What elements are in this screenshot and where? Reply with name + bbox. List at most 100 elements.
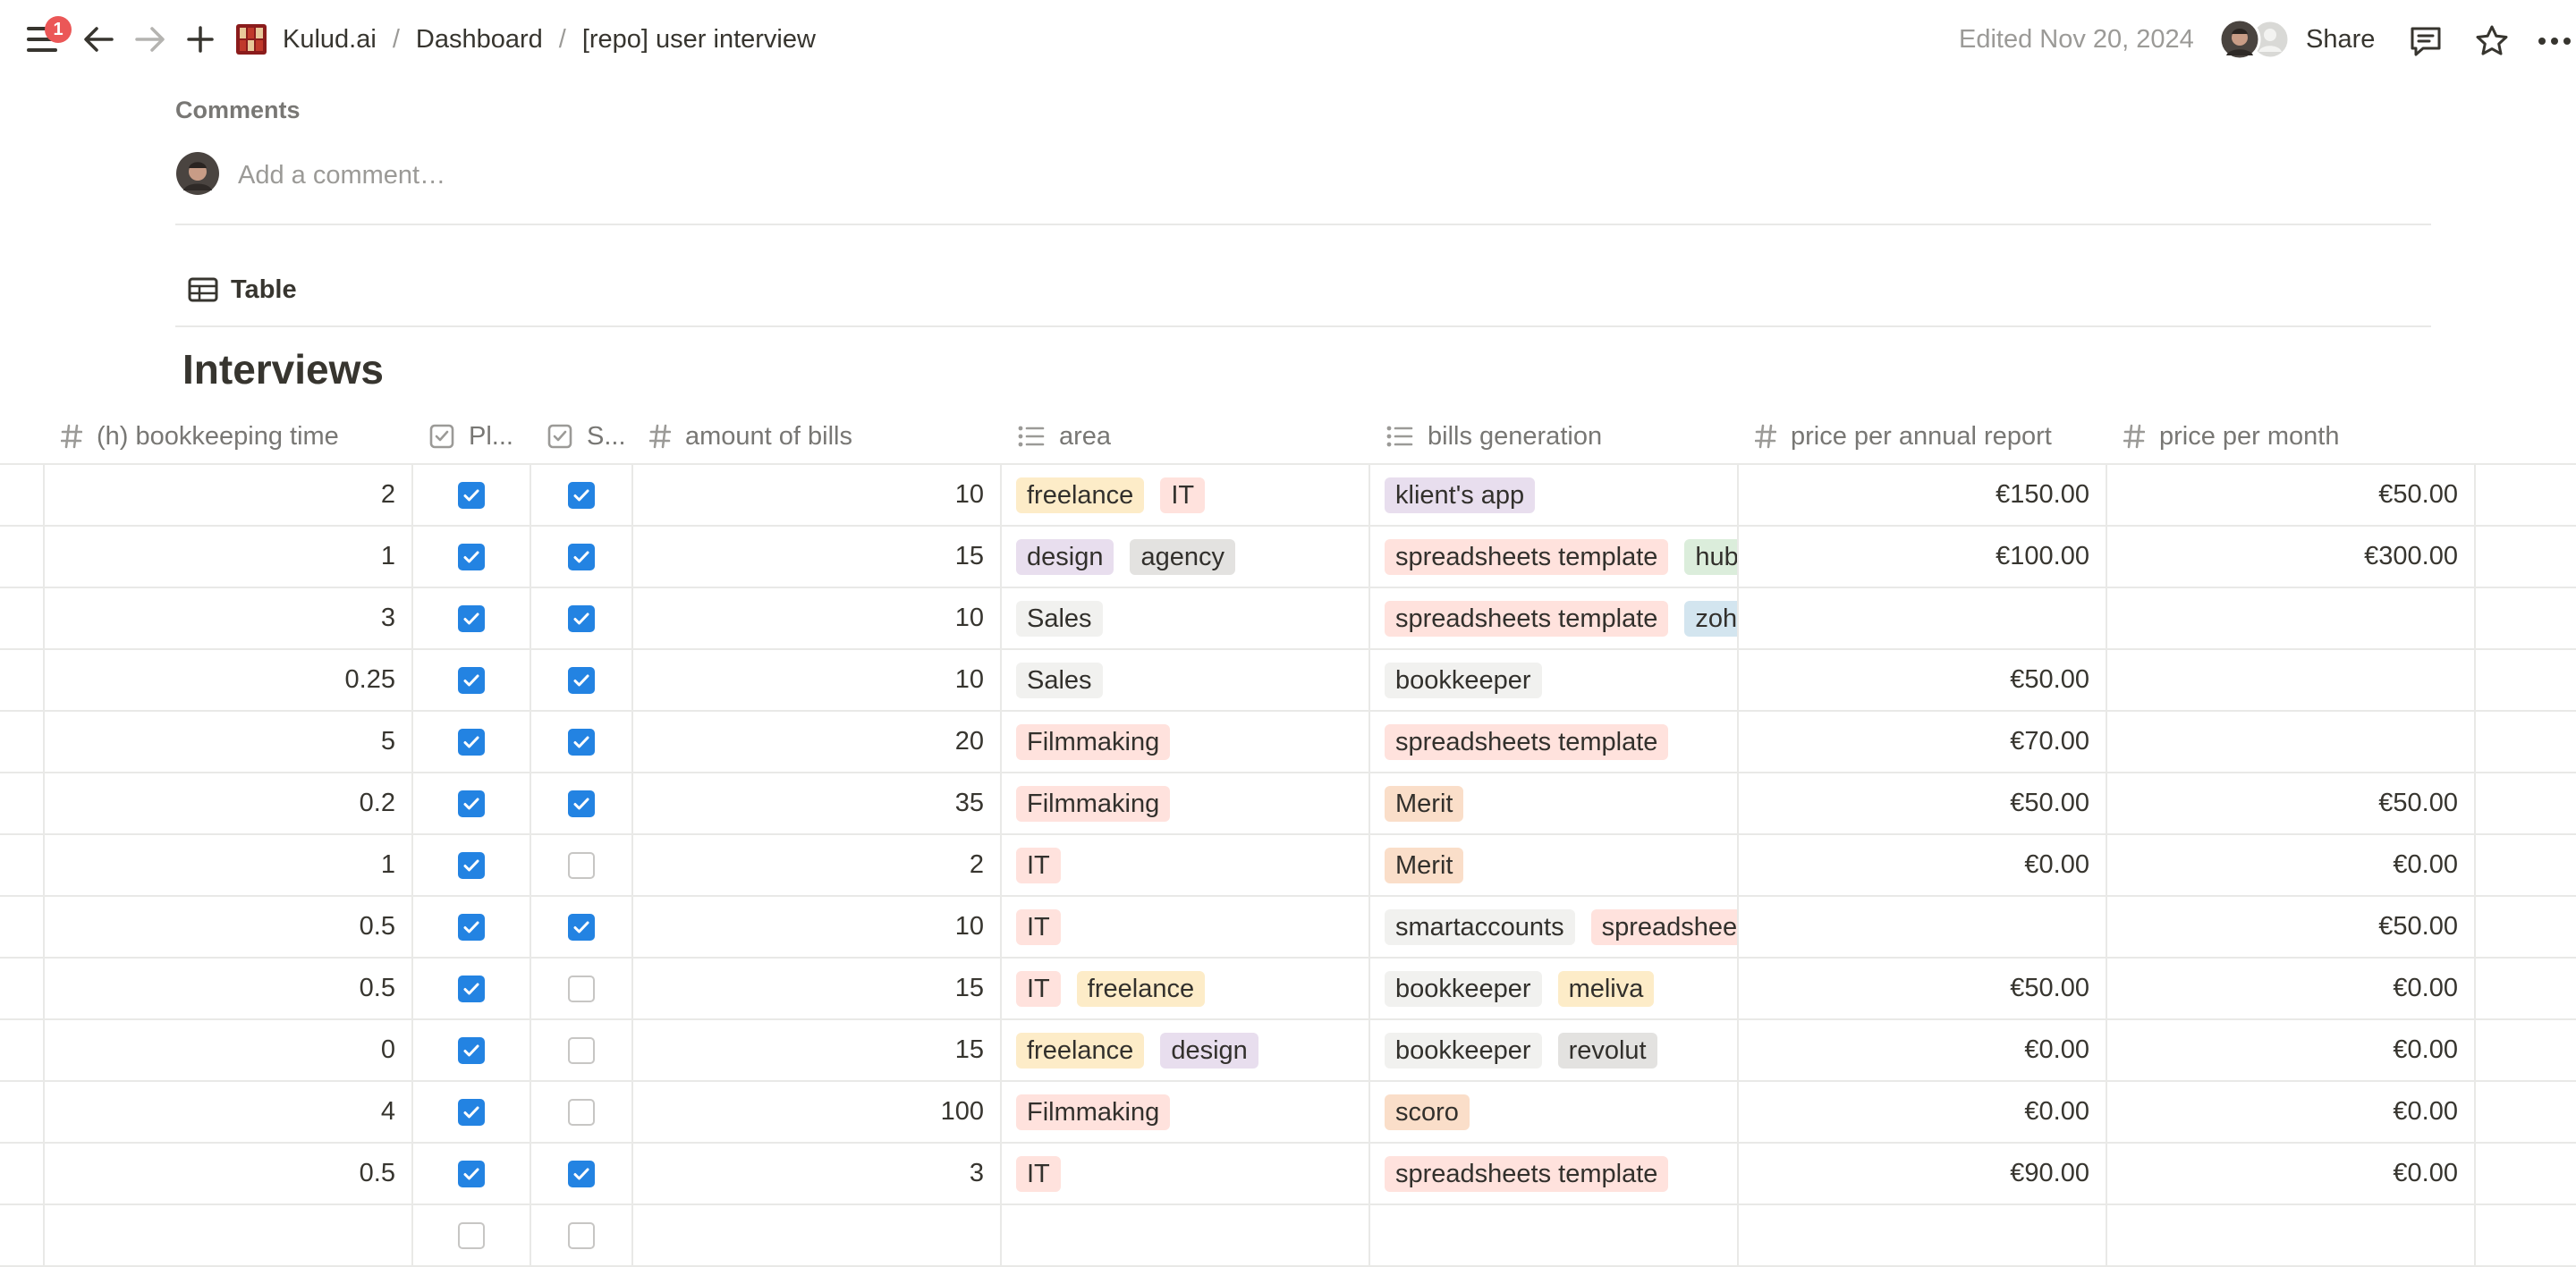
cell-pl[interactable] [413,588,530,648]
cell-price-per-month[interactable]: €0.00 [2107,1082,2474,1142]
table-row[interactable]: 4 100 Filmmaking scoro €0.00 €0.00 [0,1082,2576,1144]
column-header-price-per-annual-report[interactable]: price per annual report [1755,410,2102,463]
tab-table-view[interactable]: Table [188,270,297,309]
cell-price-per-month[interactable]: €0.00 [2107,1020,2474,1080]
comment-composer[interactable]: Add a comment… [175,151,445,198]
cell-bills-generation[interactable]: smartaccounts spreadsheets template [1370,897,1737,957]
cell-s[interactable] [531,650,631,710]
cell-amount-of-bills[interactable]: 20 [633,712,1000,772]
cell-amount-of-bills[interactable]: 10 [633,465,1000,525]
cell-area[interactable]: design agency [1002,527,1368,587]
cell-bookkeeping-time[interactable]: 4 [45,1082,411,1142]
checkbox-checked[interactable] [458,1098,485,1126]
cell-pl[interactable] [413,835,530,895]
checkbox-checked[interactable] [568,728,595,756]
column-header-s[interactable]: S... [547,410,628,463]
cell-pl[interactable] [413,650,530,710]
checkbox-checked[interactable] [458,481,485,509]
cell-amount-of-bills[interactable]: 2 [633,835,1000,895]
cell-area[interactable]: freelance IT [1002,465,1368,525]
cell-bookkeeping-time[interactable]: 0.5 [45,897,411,957]
table-row[interactable]: 3 10 Sales spreadsheets template zoho [0,588,2576,650]
cell-price-per-month[interactable]: €300.00 [2107,527,2474,587]
cell-bookkeeping-time[interactable]: 1 [45,527,411,587]
table-row[interactable]: 1 2 IT Merit €0.00 €0.00 [0,835,2576,897]
column-header-bills-generation[interactable]: bills generation [1386,410,1733,463]
cell-s[interactable] [531,527,631,587]
checkbox-checked[interactable] [568,913,595,941]
cell-s[interactable] [531,959,631,1018]
cell-price-per-month[interactable] [2107,650,2474,710]
cell-amount-of-bills[interactable]: 15 [633,1020,1000,1080]
cell-bills-generation[interactable]: klient's app [1370,465,1737,525]
cell-price-per-annual-report[interactable] [1739,588,2106,648]
favorite-star-icon[interactable] [2472,21,2512,61]
forward-arrow-icon[interactable] [132,21,168,57]
checkbox-checked[interactable] [458,851,485,879]
cell-bookkeeping-time[interactable]: 0.25 [45,650,411,710]
cell-bills-generation[interactable]: spreadsheets template hubspot [1370,527,1737,587]
cell-s[interactable] [531,465,631,525]
cell-pl[interactable] [413,712,530,772]
share-button[interactable]: Share [2306,21,2375,57]
cell-area[interactable]: Filmmaking [1002,1082,1368,1142]
checkbox-checked[interactable] [458,913,485,941]
cell-s[interactable] [531,1082,631,1142]
table-row[interactable]: 0 15 freelance design bookkeeper revolut €0.00… [0,1020,2576,1082]
checkbox-unchecked[interactable] [568,975,595,1002]
database-title[interactable]: Interviews [182,345,384,393]
table-row[interactable]: 1 15 design agency spreadsheets template hubs… [0,527,2576,588]
checkbox-checked[interactable] [568,1160,595,1187]
cell-bills-generation[interactable]: spreadsheets template [1370,712,1737,772]
checkbox-unchecked[interactable] [458,1221,485,1249]
cell-price-per-month[interactable]: €0.00 [2107,835,2474,895]
cell-area[interactable]: IT freelance [1002,959,1368,1018]
cell-bookkeeping-time[interactable]: 3 [45,588,411,648]
cell-price-per-annual-report[interactable]: €50.00 [1739,959,2106,1018]
cell-amount-of-bills[interactable] [633,1205,1000,1265]
last-edited-label[interactable]: Edited Nov 20, 2024 [1959,21,2194,57]
table-row[interactable]: 2 10 freelance IT klient's app €150.00 €50.00 [0,465,2576,527]
cell-pl[interactable] [413,465,530,525]
checkbox-checked[interactable] [568,790,595,817]
cell-pl[interactable] [413,1082,530,1142]
cell-area[interactable]: Sales [1002,588,1368,648]
cell-bills-generation[interactable]: Merit [1370,773,1737,833]
checkbox-checked[interactable] [568,666,595,694]
cell-price-per-month[interactable]: €0.00 [2107,959,2474,1018]
cell-bills-generation[interactable]: bookkeeper meliva [1370,959,1737,1018]
cell-bills-generation[interactable]: Merit [1370,835,1737,895]
table-row[interactable]: 0.5 15 IT freelance bookkeeper meliva €50.00 €0… [0,959,2576,1020]
table-row[interactable] [0,1205,2576,1267]
cell-amount-of-bills[interactable]: 15 [633,959,1000,1018]
cell-amount-of-bills[interactable]: 10 [633,897,1000,957]
cell-price-per-annual-report[interactable]: €50.00 [1739,650,2106,710]
table-row[interactable]: 0.5 10 IT smartaccounts spreadsheets templat… [0,897,2576,959]
column-header-bookkeeping-time[interactable]: (h) bookkeeping time [61,410,408,463]
cell-pl[interactable] [413,897,530,957]
cell-area[interactable]: freelance design [1002,1020,1368,1080]
checkbox-checked[interactable] [458,1160,485,1187]
checkbox-unchecked[interactable] [568,851,595,879]
checkbox-checked[interactable] [458,666,485,694]
cell-pl[interactable] [413,773,530,833]
cell-s[interactable] [531,1020,631,1080]
cell-bookkeeping-time[interactable]: 0 [45,1020,411,1080]
checkbox-unchecked[interactable] [568,1098,595,1126]
cell-bookkeeping-time[interactable]: 1 [45,835,411,895]
checkbox-checked[interactable] [458,790,485,817]
cell-area[interactable] [1002,1205,1368,1265]
cell-amount-of-bills[interactable]: 10 [633,588,1000,648]
table-row[interactable]: 0.25 10 Sales bookkeeper €50.00 [0,650,2576,712]
comments-icon[interactable] [2406,21,2445,61]
checkbox-checked[interactable] [458,543,485,570]
column-header-amount-of-bills[interactable]: amount of bills [649,410,996,463]
comment-input[interactable]: Add a comment… [238,161,445,190]
cell-price-per-annual-report[interactable]: €0.00 [1739,1082,2106,1142]
cell-area[interactable]: Filmmaking [1002,773,1368,833]
cell-bookkeeping-time[interactable] [45,1205,411,1265]
checkbox-checked[interactable] [568,604,595,632]
cell-price-per-month[interactable] [2107,712,2474,772]
column-header-price-per-month[interactable]: price per month [2123,410,2470,463]
cell-bills-generation[interactable]: spreadsheets template zoho [1370,588,1737,648]
